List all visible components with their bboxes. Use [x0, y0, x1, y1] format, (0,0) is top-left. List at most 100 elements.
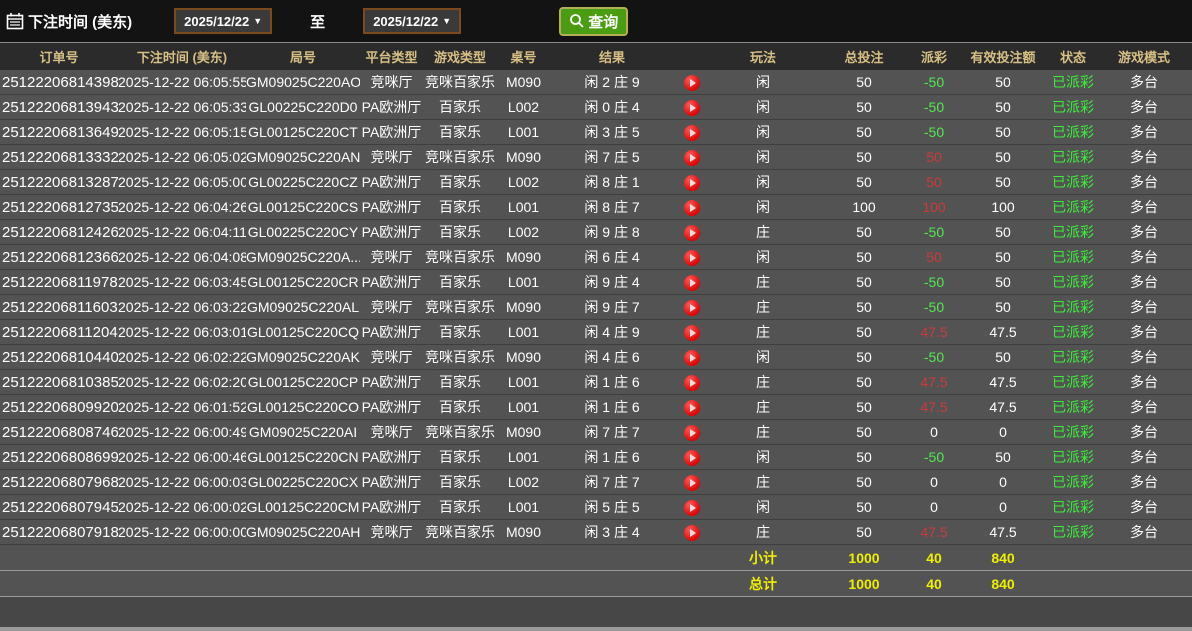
to-label: 至	[310, 13, 326, 31]
date-from-value: 2025/12/22	[184, 13, 250, 29]
cell-round: GL00125C220CR	[246, 269, 360, 295]
cell-valid_bet: 50	[956, 269, 1050, 295]
cell-round: GM09025C220AL	[246, 294, 360, 320]
cell-order: 251222068132879	[0, 169, 118, 195]
cell-platform: PA欧洲厅	[360, 219, 423, 245]
total-valid-bet: 840	[956, 570, 1050, 597]
cell-platform: PA欧洲厅	[360, 469, 423, 495]
empty-cell	[497, 570, 550, 597]
cell-table_no: M090	[497, 294, 550, 320]
play-video-icon[interactable]	[684, 74, 700, 91]
cell-round: GM09025C220AO	[246, 70, 360, 95]
cell-valid_bet: 47.5	[956, 394, 1050, 420]
cell-game_type: 百家乐	[423, 394, 497, 420]
cell-result: 闲 7 庄 7	[550, 419, 674, 445]
cell-status: 已派彩	[1050, 194, 1096, 220]
query-button[interactable]: 查询	[559, 6, 629, 36]
cell-game_type: 百家乐	[423, 269, 497, 295]
play-video-icon[interactable]	[684, 274, 700, 291]
cell-result: 闲 9 庄 4	[550, 269, 674, 295]
cell-order: 251222068099206	[0, 394, 118, 420]
cell-valid_bet: 50	[956, 294, 1050, 320]
cell-play_type: 闲	[710, 169, 816, 195]
cell-play	[674, 219, 710, 245]
cell-round: GM09025C220AN	[246, 144, 360, 170]
cell-table_no: L002	[497, 469, 550, 495]
cell-time: 2025-12-22 06:04:08	[118, 244, 246, 270]
play-video-icon[interactable]	[684, 474, 700, 491]
horizontal-scrollbar[interactable]	[0, 627, 1192, 631]
cell-play_type: 庄	[710, 219, 816, 245]
play-video-icon[interactable]	[684, 224, 700, 241]
cell-platform: PA欧洲厅	[360, 394, 423, 420]
play-video-icon[interactable]	[684, 149, 700, 166]
play-video-icon[interactable]	[684, 499, 700, 516]
cell-mode: 多台	[1096, 94, 1192, 120]
cell-total_bet: 50	[816, 144, 912, 170]
table-row: 251222068139439 2025-12-22 06:05:33 GL0022…	[0, 94, 1192, 120]
cell-play_type: 闲	[710, 70, 816, 95]
filter-bar: 下注时间 (美东) 2025/12/22 ▼ 至 2025/12/22 ▼ 查询	[0, 0, 1192, 43]
cell-result: 闲 4 庄 6	[550, 344, 674, 370]
play-video-icon[interactable]	[684, 124, 700, 141]
play-video-icon[interactable]	[684, 424, 700, 441]
table-row: 251222068116038 2025-12-22 06:03:22 GM0902…	[0, 294, 1192, 320]
play-video-icon[interactable]	[684, 399, 700, 416]
cell-round: GL00225C220CX	[246, 469, 360, 495]
cell-table_no: L001	[497, 119, 550, 145]
cell-mode: 多台	[1096, 244, 1192, 270]
cell-time: 2025-12-22 06:05:55	[118, 70, 246, 95]
cell-platform: PA欧洲厅	[360, 444, 423, 470]
cell-result: 闲 3 庄 4	[550, 519, 674, 545]
play-video-icon[interactable]	[684, 174, 700, 191]
play-video-icon[interactable]	[684, 249, 700, 266]
cell-table_no: L001	[497, 444, 550, 470]
cell-order: 251222068127354	[0, 194, 118, 220]
cell-time: 2025-12-22 06:02:20	[118, 369, 246, 395]
cell-order: 251222068119782	[0, 269, 118, 295]
bets-table: 订单号 下注时间 (美东) 局号 平台类型 游戏类型 桌号 结果 玩法 总投注 派彩 有效投注额 状态…	[0, 43, 1192, 597]
cell-result: 闲 4 庄 9	[550, 319, 674, 345]
column-header-game_type: 游戏类型	[423, 43, 497, 70]
cell-play_type: 闲	[710, 144, 816, 170]
column-header-play_type: 玩法	[710, 43, 816, 70]
play-video-icon[interactable]	[684, 299, 700, 316]
play-video-icon[interactable]	[684, 324, 700, 341]
date-to-select[interactable]: 2025/12/22 ▼	[363, 8, 462, 34]
cell-result: 闲 9 庄 8	[550, 219, 674, 245]
cell-round: GM09025C220AH	[246, 519, 360, 545]
cell-play	[674, 70, 710, 95]
cell-payout: 0	[912, 469, 956, 495]
play-video-icon[interactable]	[684, 99, 700, 116]
column-header-platform: 平台类型	[360, 43, 423, 70]
play-video-icon[interactable]	[684, 374, 700, 391]
cell-total_bet: 50	[816, 444, 912, 470]
cell-mode: 多台	[1096, 494, 1192, 520]
cell-play	[674, 469, 710, 495]
play-video-icon[interactable]	[684, 199, 700, 216]
cell-status: 已派彩	[1050, 319, 1096, 345]
date-from-select[interactable]: 2025/12/22 ▼	[174, 8, 273, 34]
cell-play	[674, 344, 710, 370]
cell-status: 已派彩	[1050, 144, 1096, 170]
empty-cell	[423, 570, 497, 597]
cell-mode: 多台	[1096, 219, 1192, 245]
cell-game_type: 百家乐	[423, 444, 497, 470]
empty-cell	[497, 544, 550, 571]
cell-order: 251222068136490	[0, 119, 118, 145]
cell-total_bet: 50	[816, 344, 912, 370]
cell-order: 251222068087461	[0, 419, 118, 445]
cell-play_type: 闲	[710, 494, 816, 520]
play-video-icon[interactable]	[684, 524, 700, 541]
query-button-label: 查询	[588, 13, 619, 31]
table-row: 251222068119782 2025-12-22 06:03:45 GL0012…	[0, 269, 1192, 295]
cell-total_bet: 50	[816, 219, 912, 245]
cell-result: 闲 7 庄 5	[550, 144, 674, 170]
empty-cell	[360, 544, 423, 571]
play-video-icon[interactable]	[684, 449, 700, 466]
total-total-bet: 1000	[816, 570, 912, 597]
play-video-icon[interactable]	[684, 349, 700, 366]
cell-valid_bet: 50	[956, 144, 1050, 170]
cell-mode: 多台	[1096, 294, 1192, 320]
cell-order: 251222068124263	[0, 219, 118, 245]
